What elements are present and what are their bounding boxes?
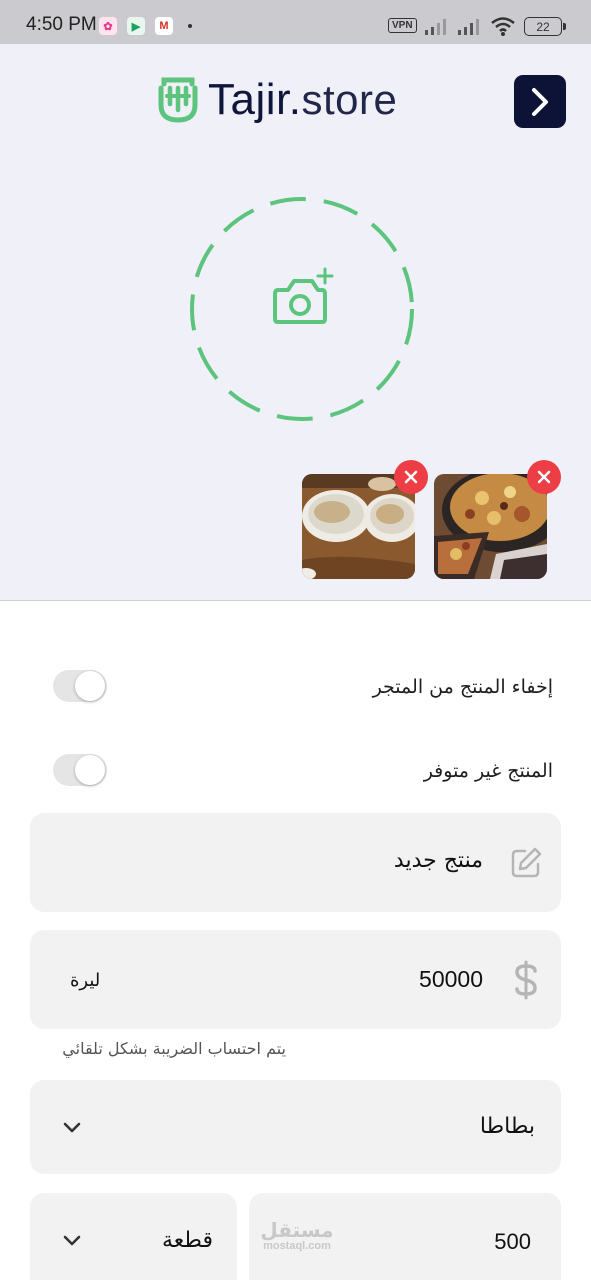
tajir-logo-icon (158, 77, 198, 123)
mostaql-watermark: مستقل mostaql.com (259, 1220, 335, 1252)
add-photo-button[interactable] (188, 195, 416, 423)
notification-dot-icon (188, 24, 192, 28)
logo-wordmark: Tajir.store (208, 75, 397, 125)
camera-plus-icon (273, 267, 334, 324)
product-name-field[interactable]: منتج جديد (30, 813, 561, 912)
category-value: بطاطا (479, 1114, 535, 1139)
chevron-right-icon (532, 87, 548, 116)
watermark-arabic: مستقل (260, 1218, 334, 1242)
thumbnail-pizza[interactable] (434, 474, 547, 579)
close-icon (404, 470, 418, 484)
tajir-store-logo: Tajir.store (158, 74, 397, 126)
price-value: 50000 (419, 966, 483, 992)
photos-app-icon: ✿ (99, 17, 117, 35)
watermark-url: mostaql.com (263, 1240, 331, 1252)
play-store-icon: ▶ (127, 17, 145, 35)
price-field[interactable]: 50000 ليرة (30, 930, 561, 1029)
tax-hint: يتم احتساب الضريبة بشكل تلقائي (62, 1039, 286, 1058)
hide-product-row: إخفاء المنتج من المتجر (30, 670, 561, 710)
edit-icon (511, 847, 542, 878)
product-name-value: منتج جديد (393, 848, 483, 873)
unavailable-row: المنتج غير متوفر (30, 754, 561, 794)
battery-icon: 22 (524, 17, 566, 36)
logo-dot: . (288, 75, 302, 124)
pizza-photo (434, 474, 547, 579)
logo-name: Tajir (208, 75, 289, 124)
signal-icon (425, 19, 446, 35)
hide-product-label: إخفاء المنتج من المتجر (372, 676, 553, 698)
unit-select[interactable]: قطعة (30, 1193, 237, 1280)
remove-photo-button[interactable] (394, 460, 428, 494)
chevron-down-icon (63, 1235, 81, 1246)
thumbnail-pies[interactable] (302, 474, 415, 579)
remove-photo-button[interactable] (527, 460, 561, 494)
dollar-icon (515, 960, 537, 1000)
unavailable-toggle[interactable] (53, 754, 107, 786)
status-time: 4:50 PM (26, 14, 97, 35)
currency-label: ليرة (70, 970, 101, 991)
logo-suffix: store (301, 76, 398, 123)
unit-value: قطعة (162, 1228, 213, 1253)
unavailable-label: المنتج غير متوفر (423, 760, 553, 782)
category-select[interactable]: بطاطا (30, 1080, 561, 1174)
gmail-icon: M (155, 17, 173, 35)
wifi-icon (491, 17, 515, 36)
hide-product-toggle[interactable] (53, 670, 107, 702)
close-icon (537, 470, 551, 484)
pies-photo (302, 474, 415, 579)
vpn-badge: VPN (388, 18, 417, 33)
signal-icon (458, 19, 479, 35)
next-button[interactable] (514, 75, 566, 128)
quantity-value: 500 (494, 1229, 531, 1254)
chevron-down-icon (63, 1122, 81, 1133)
status-bar: 4:50 PM ✿ ▶ M VPN 22 (0, 0, 591, 44)
toggle-knob (75, 755, 105, 785)
toggle-knob (75, 671, 105, 701)
